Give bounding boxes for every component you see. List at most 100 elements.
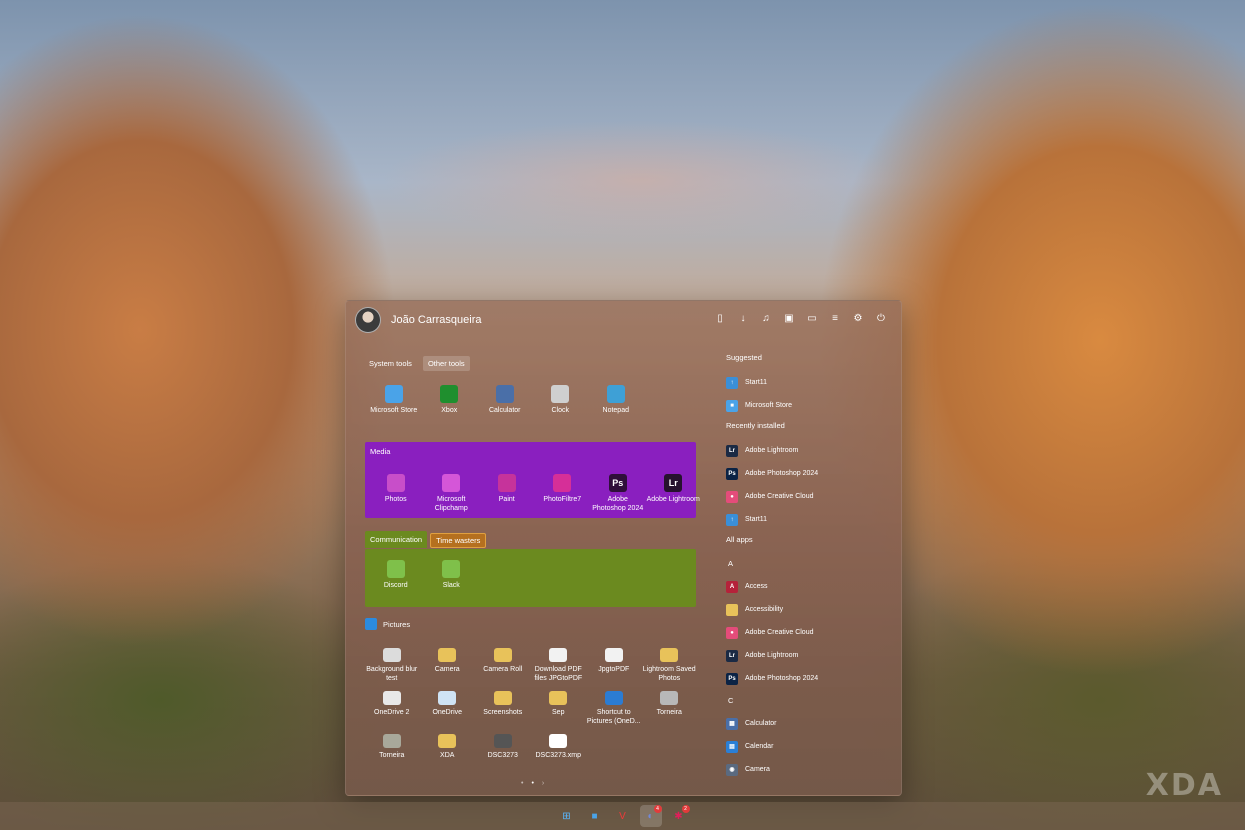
tab-other-tools[interactable]: Other tools <box>422 356 470 371</box>
picture-item[interactable]: Download PDF files JPGtoPDF <box>531 648 587 683</box>
picture-item[interactable]: Screenshots <box>475 691 531 726</box>
alphabet-letter[interactable]: C <box>726 690 891 712</box>
file-thumbnail-icon <box>549 648 568 662</box>
pictures-grid: Background blur test Camera Camera Roll Dow… <box>364 648 697 761</box>
list-item[interactable]: Ps Adobe Photoshop 2024 <box>726 462 891 485</box>
page-dot-2[interactable]: • <box>531 780 533 787</box>
folder-icon[interactable]: ▭ <box>806 313 818 325</box>
lightroom-icon: Lr <box>726 444 738 457</box>
image-icon[interactable]: ▣ <box>783 313 795 325</box>
list-item[interactable]: ↑ Start11 <box>726 371 891 394</box>
creative-cloud-icon: ● <box>726 626 738 639</box>
app-label: DSC3273.xmp <box>535 752 582 759</box>
download-icon[interactable]: ↓ <box>737 313 749 325</box>
picture-item[interactable]: XDA <box>420 734 476 761</box>
picture-item[interactable]: Torneira <box>364 734 420 761</box>
app-tile[interactable]: Calculator <box>477 385 533 416</box>
avatar[interactable] <box>355 307 381 333</box>
sliders-icon[interactable]: ≡ <box>829 313 841 325</box>
picture-item[interactable]: Torneira <box>642 691 698 726</box>
list-item[interactable]: Lr Adobe Lightroom <box>726 439 891 462</box>
app-tile[interactable]: Xbox <box>422 385 478 416</box>
pictures-header[interactable]: Pictures <box>365 618 410 630</box>
file-thumbnail-icon <box>660 691 679 705</box>
onedrive-icon <box>604 691 623 705</box>
picture-item[interactable]: OneDrive 2 <box>364 691 420 726</box>
list-item[interactable]: ◉ Camera <box>726 758 891 781</box>
folder-icon <box>660 648 679 662</box>
quick-folders: ▯ ↓ ♫ ▣ ▭ ≡ ⚙ ⏻ <box>714 313 887 325</box>
slack-icon[interactable]: ✱ 2 <box>668 805 690 827</box>
app-tile[interactable]: Discord <box>368 560 424 591</box>
recently-installed-heading: Recently installed <box>726 421 785 430</box>
folder-icon <box>493 691 512 705</box>
music-icon[interactable]: ♫ <box>760 313 772 325</box>
app-tile[interactable]: Slack <box>424 560 480 591</box>
list-item[interactable]: ● Adobe Creative Cloud <box>726 485 891 508</box>
list-item[interactable]: ▦ Calculator <box>726 712 891 735</box>
picture-item[interactable]: JpgtoPDF <box>586 648 642 683</box>
vivaldi-icon[interactable]: V <box>612 805 634 827</box>
list-item[interactable]: Ps Adobe Photoshop 2024 <box>726 667 891 690</box>
discord-icon[interactable]: ◐ 4 <box>639 805 662 827</box>
list-item-label: Adobe Photoshop 2024 <box>745 675 819 682</box>
app-tile[interactable]: Lr Adobe Lightroom <box>646 474 702 513</box>
app-label: DSC3273 <box>487 752 518 759</box>
app-tile[interactable]: Ps Adobe Photoshop 2024 <box>590 474 646 513</box>
photos-icon <box>386 474 405 492</box>
windows-start-icon[interactable]: ⊞ <box>556 805 578 827</box>
tab-system-tools[interactable]: System tools <box>364 356 417 371</box>
app-label: Background blur test <box>366 666 418 682</box>
app-tile[interactable]: Notepad <box>588 385 644 416</box>
picture-item[interactable]: Camera <box>420 648 476 683</box>
app-tile[interactable]: Clock <box>533 385 589 416</box>
picture-item[interactable]: OneDrive <box>420 691 476 726</box>
list-item[interactable]: Accessibility <box>726 598 891 621</box>
picture-item[interactable]: Camera Roll <box>475 648 531 683</box>
calculator-icon: ▦ <box>726 717 738 730</box>
communication-group: Discord Slack <box>365 549 696 607</box>
picture-item[interactable]: Background blur test <box>364 648 420 683</box>
list-item[interactable]: A Access <box>726 575 891 598</box>
list-item[interactable]: ■ Microsoft Store <box>726 394 891 417</box>
list-item-label: Start11 <box>745 379 768 386</box>
file-thumbnail-icon <box>493 734 512 748</box>
user-profile[interactable]: João Carrasqueira <box>355 307 482 333</box>
picture-item[interactable]: DSC3273.xmp <box>531 734 587 761</box>
calculator-icon <box>495 385 514 403</box>
file-icon <box>549 734 568 748</box>
power-icon[interactable]: ⏻ <box>875 313 887 325</box>
page-dot-1[interactable]: • <box>521 780 523 787</box>
user-name: João Carrasqueira <box>391 314 482 326</box>
list-item[interactable]: ↑ Start11 <box>726 508 891 531</box>
app-tile[interactable]: Microsoft Clipchamp <box>424 474 480 513</box>
app-label: XDA <box>440 752 455 759</box>
app-label: Xbox <box>441 407 458 414</box>
list-item[interactable]: ● Adobe Creative Cloud <box>726 621 891 644</box>
file-thumbnail-icon <box>438 691 457 705</box>
app-label: Camera <box>434 666 460 673</box>
list-item[interactable]: Lr Adobe Lightroom <box>726 644 891 667</box>
store-icon[interactable]: ■ <box>584 805 606 827</box>
picture-item[interactable]: Lightroom Saved Photos <box>642 648 698 683</box>
picture-item[interactable]: Shortcut to Pictures (OneD... <box>586 691 642 726</box>
tab-communication[interactable]: Communication <box>365 531 428 548</box>
gear-icon[interactable]: ⚙ <box>852 313 864 325</box>
tab-time-wasters[interactable]: Time wasters <box>430 533 487 548</box>
page-indicator: • • › <box>521 780 544 787</box>
list-item-label: Adobe Photoshop 2024 <box>745 470 819 477</box>
picture-item[interactable]: DSC3273 <box>475 734 531 761</box>
list-item[interactable]: ▤ Calendar <box>726 735 891 758</box>
start11-icon: ↑ <box>726 513 738 526</box>
app-tile[interactable]: PhotoFiltre7 <box>535 474 591 513</box>
picture-item[interactable]: Sep <box>531 691 587 726</box>
app-tile[interactable]: Microsoft Store <box>366 385 422 416</box>
alphabet-letter[interactable]: A <box>726 553 891 575</box>
next-page-arrow[interactable]: › <box>542 780 544 787</box>
app-tile[interactable]: Paint <box>479 474 535 513</box>
document-icon[interactable]: ▯ <box>714 313 726 325</box>
app-tile[interactable]: Photos <box>368 474 424 513</box>
taskbar: ⊞ ■ V ◐ 4 ✱ 2 <box>0 802 1245 830</box>
clipchamp-icon <box>442 474 461 492</box>
notification-badge: 2 <box>681 805 690 813</box>
